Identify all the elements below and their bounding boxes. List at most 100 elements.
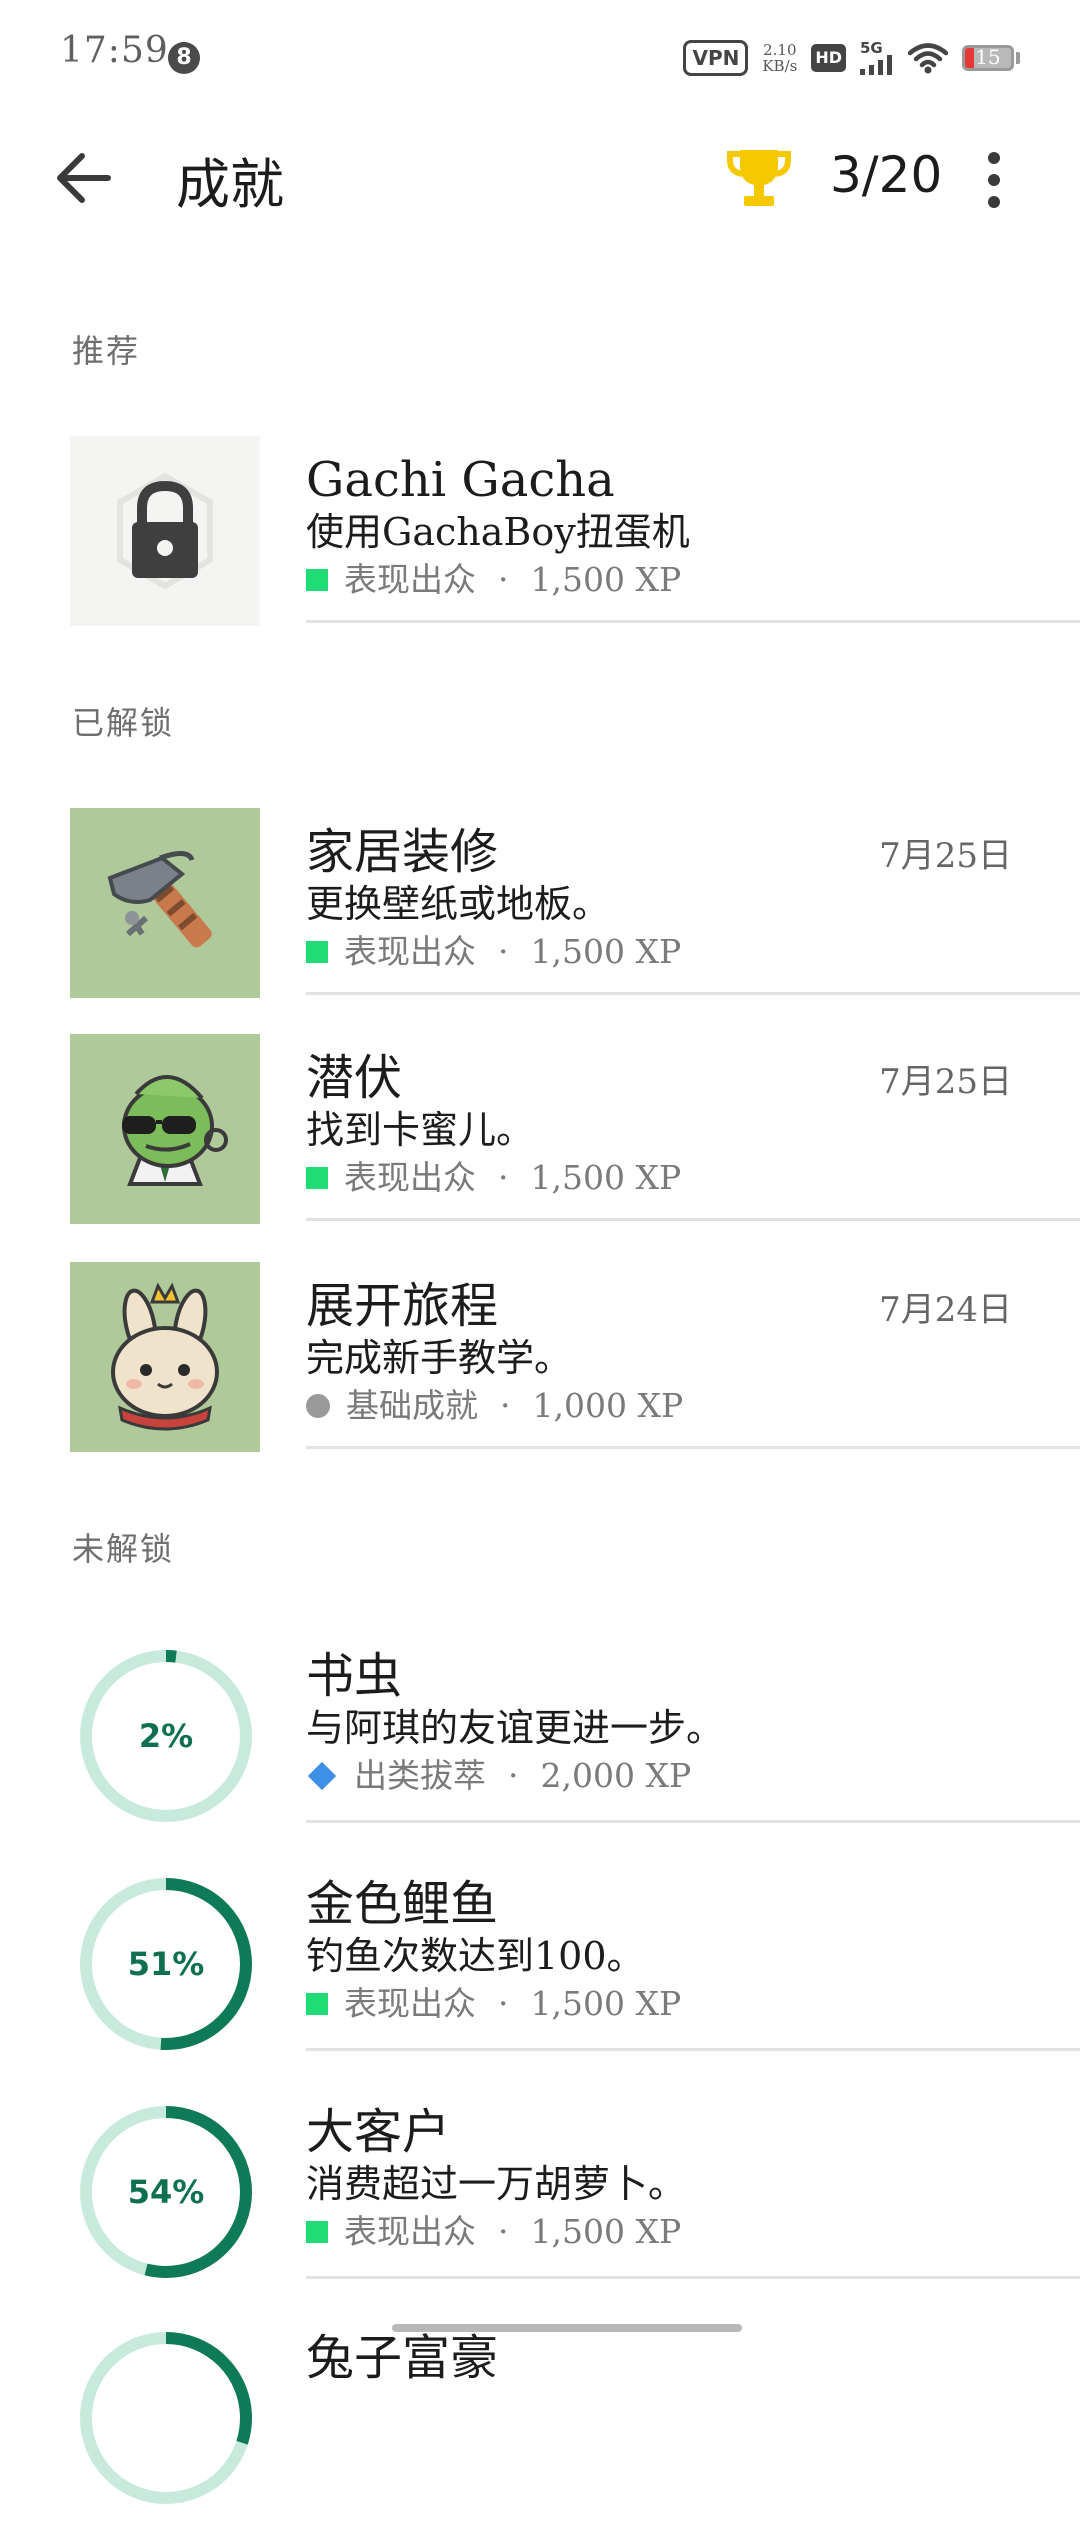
tier-outstanding-icon: [306, 1167, 328, 1189]
achievement-title: 书虫: [306, 1648, 403, 1704]
achievement-tier: 表现出众: [344, 560, 476, 599]
progress-label: 54%: [127, 2173, 205, 2211]
achievement-xp: 1,500 XP: [530, 560, 682, 599]
achievement-tier: 出类拔萃: [354, 1756, 486, 1795]
tier-outstanding-icon: [306, 1993, 328, 2015]
wifi-icon: [908, 43, 948, 74]
home-indicator[interactable]: [392, 2324, 742, 2332]
back-button[interactable]: [48, 142, 120, 214]
vpn-icon: VPN: [683, 40, 749, 76]
achievement-description: 找到卡蜜儿。: [306, 1108, 535, 1152]
divider: [306, 2276, 1080, 2279]
tier-outstanding-icon: [306, 569, 328, 591]
achievement-row[interactable]: 51% 金色鲤鱼 钓鱼次数达到100。 表现出众 · 1,500 XP: [0, 1876, 1080, 2088]
achievement-description: 更换壁纸或地板。: [306, 882, 611, 926]
progress-ring: 2%: [78, 1648, 254, 1824]
divider: [306, 2048, 1080, 2051]
achievement-description: 与阿琪的友谊更进一步。: [306, 1706, 725, 1750]
bunny-icon: [70, 1262, 260, 1452]
achievement-tier: 表现出众: [344, 1984, 476, 2023]
signal-icon: 5G: [860, 41, 894, 75]
achievement-row[interactable]: 2% 书虫 与阿琪的友谊更进一步。 出类拔萃 · 2,000 XP: [0, 1648, 1080, 1860]
status-time: 17:59: [60, 30, 169, 71]
hammer-icon: [70, 808, 260, 998]
network-speed-unit: KB/s: [762, 57, 798, 75]
meta-separator: ·: [498, 560, 509, 599]
network-speed: 2.10 KB/s: [762, 42, 797, 74]
achievement-xp: 1,500 XP: [530, 2212, 682, 2251]
achievement-row[interactable]: 家居装修 更换壁纸或地板。 表现出众 · 1,500 XP 7月25日: [0, 808, 1080, 1020]
progress-ring: [78, 2330, 254, 2506]
signal-bars-icon: [860, 55, 892, 75]
achievement-meta: 表现出众 · 1,500 XP: [306, 556, 1066, 604]
lock-icon: [70, 436, 260, 626]
achievement-title: 金色鲤鱼: [306, 1876, 499, 1932]
progress-ring: 54%: [78, 2104, 254, 2280]
achievement-title: 兔子富豪: [306, 2330, 499, 2386]
divider: [306, 1446, 1080, 1449]
battery-tip: [1016, 52, 1020, 64]
more-options-button[interactable]: [970, 148, 1018, 212]
achievement-description: 完成新手教学。: [306, 1336, 573, 1380]
achievement-meta: 基础成就 · 1,000 XP: [306, 1382, 1066, 1430]
achievement-meta: 表现出众 · 1,500 XP: [306, 928, 1066, 976]
achievement-tier: 基础成就: [346, 1386, 478, 1425]
achievement-description: 消费超过一万胡萝卜。: [306, 2162, 687, 2206]
achievement-xp: 2,000 XP: [540, 1756, 692, 1795]
achievement-info: 书虫 与阿琪的友谊更进一步。 出类拔萃 · 2,000 XP: [306, 1648, 1066, 1800]
achievement-date: 7月25日: [879, 1062, 1012, 1102]
achievement-xp: 1,000 XP: [532, 1386, 684, 1425]
arrow-left-icon: [57, 153, 111, 203]
achievement-description: 使用GachaBoy扭蛋机: [306, 510, 690, 554]
section-header-unlocked: 已解锁: [72, 704, 175, 742]
section-header-recommended: 推荐: [72, 332, 141, 370]
achievement-date: 7月25日: [879, 836, 1012, 876]
divider: [306, 1820, 1080, 1823]
achievement-row[interactable]: 展开旅程 完成新手教学。 基础成就 · 1,000 XP 7月24日: [0, 1262, 1080, 1474]
progress-label: 2%: [138, 1717, 194, 1755]
achievement-meta: 表现出众 · 1,500 XP: [306, 1154, 1066, 1202]
battery-level: 15: [975, 45, 1001, 69]
meta-separator: ·: [500, 1386, 511, 1425]
divider: [306, 992, 1080, 995]
tier-basic-icon: [306, 1394, 330, 1418]
achievement-counter: 3/20: [830, 146, 943, 204]
network-type-label: 5G: [860, 39, 883, 57]
achievement-title: Gachi Gacha: [306, 452, 615, 508]
network-speed-value: 2.10: [763, 41, 797, 59]
achievement-row[interactable]: 54% 大客户 消费超过一万胡萝卜。 表现出众 · 1,500 XP: [0, 2104, 1080, 2316]
achievement-info: Gachi Gacha 使用GachaBoy扭蛋机 表现出众 · 1,500 X…: [306, 452, 1066, 604]
divider: [306, 1218, 1080, 1221]
meta-separator: ·: [498, 1984, 509, 2023]
achievement-description: 钓鱼次数达到100。: [306, 1934, 645, 1978]
achievement-date: 7月24日: [879, 1290, 1012, 1330]
achievement-meta: 出类拔萃 · 2,000 XP: [306, 1752, 1066, 1800]
app-bar: 成就 3/20: [0, 112, 1080, 242]
battery-icon: 15: [962, 45, 1014, 71]
tier-excellent-icon: [307, 1761, 337, 1791]
achievement-row[interactable]: 兔子富豪: [0, 2330, 1080, 2542]
achievement-title: 大客户: [306, 2104, 451, 2160]
meta-separator: ·: [508, 1756, 519, 1795]
achievement-info: 大客户 消费超过一万胡萝卜。 表现出众 · 1,500 XP: [306, 2104, 1066, 2256]
achievement-meta: 表现出众 · 1,500 XP: [306, 2208, 1066, 2256]
achievement-tier: 表现出众: [344, 2212, 476, 2251]
chameleon-icon: [70, 1034, 260, 1224]
meta-separator: ·: [498, 2212, 509, 2251]
section-header-locked: 未解锁: [72, 1530, 175, 1568]
achievement-xp: 1,500 XP: [530, 1158, 682, 1197]
achievement-tier: 表现出众: [344, 1158, 476, 1197]
hd-icon: HD: [811, 44, 846, 72]
status-bar: 17:59 8 VPN 2.10 KB/s HD 5G 15: [0, 0, 1080, 112]
achievement-meta: 表现出众 · 1,500 XP: [306, 1980, 1066, 2028]
progress-label: 51%: [127, 1945, 205, 1983]
achievement-row[interactable]: Gachi Gacha 使用GachaBoy扭蛋机 表现出众 · 1,500 X…: [0, 436, 1080, 648]
achievement-info: 金色鲤鱼 钓鱼次数达到100。 表现出众 · 1,500 XP: [306, 1876, 1066, 2028]
notification-count-badge: 8: [168, 42, 200, 74]
achievement-xp: 1,500 XP: [530, 932, 682, 971]
tier-outstanding-icon: [306, 941, 328, 963]
achievement-row[interactable]: 潜伏 找到卡蜜儿。 表现出众 · 1,500 XP 7月25日: [0, 1034, 1080, 1246]
tier-outstanding-icon: [306, 2221, 328, 2243]
achievement-xp: 1,500 XP: [530, 1984, 682, 2023]
progress-ring: 51%: [78, 1876, 254, 2052]
